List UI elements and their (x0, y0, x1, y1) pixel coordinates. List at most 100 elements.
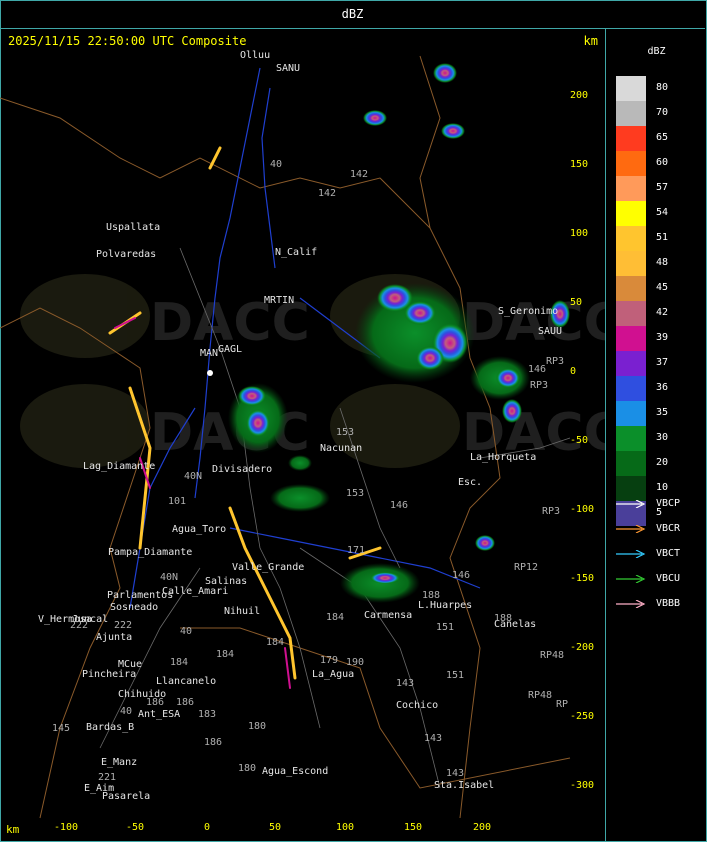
road-number-label: 146 (452, 570, 471, 581)
colorbar-label: 80 (656, 82, 669, 93)
road-number-label: 153 (346, 488, 365, 499)
place-label: Pampa_Diamante (108, 547, 193, 558)
place-label: Esc. (458, 477, 483, 488)
colorbar-label: 51 (656, 232, 669, 243)
place-label: Carmensa (364, 610, 413, 621)
place-label: SANU (276, 63, 301, 74)
radar-map[interactable]: DACC DACC DACC DACC 2025/11/15 22:50:00 … (0, 28, 606, 842)
place-label: Divisadero (212, 464, 273, 475)
road-number-label: RP (556, 699, 569, 710)
radar-legend-entry: VBBB (616, 598, 706, 612)
road-number-label: RP12 (514, 562, 539, 573)
map-canvas: DACC DACC DACC DACC (0, 55, 606, 819)
y-tick-label: 0 (570, 366, 577, 377)
radar-legend-entry: VBCT (616, 548, 706, 562)
place-label: Nihuil (224, 606, 261, 617)
place-label: GAGL (218, 344, 243, 355)
colorbar-swatch (616, 101, 646, 126)
arrow-icon (616, 525, 646, 533)
road-number-label: 180 (238, 763, 257, 774)
product-title: dBZ (341, 7, 364, 21)
y-tick-label: -300 (570, 780, 595, 791)
colorbar-label: 48 (656, 257, 669, 268)
colorbar-swatch (616, 251, 646, 276)
colorbar-label: 70 (656, 107, 669, 118)
colorbar-label: 54 (656, 207, 669, 218)
road-number-label: 186 (204, 737, 223, 748)
colorbar-swatch (616, 276, 646, 301)
colorbar-entry: 20 (616, 451, 706, 476)
place-label: L.Huarpes (418, 600, 473, 611)
colorbar-entry: 54 (616, 201, 706, 226)
road-number-label: 186 (146, 697, 165, 708)
colorbar-swatch (616, 151, 646, 176)
y-tick-label: 150 (570, 159, 589, 170)
place-label: Nacunan (320, 443, 363, 454)
road-number-label: 151 (436, 622, 455, 633)
colorbar-entry: 45 (616, 276, 706, 301)
place-label: Ajunta (96, 632, 133, 643)
place-label: MAN (200, 348, 219, 359)
road-number-label: 151 (446, 670, 465, 681)
arrow-icon (616, 500, 646, 508)
colorbar-swatch (616, 301, 646, 326)
x-axis-unit: km (6, 823, 20, 836)
place-label: Bardas_B (86, 722, 135, 733)
radar-legend-label: VBCR (656, 523, 681, 534)
y-tick-label: -100 (570, 504, 595, 515)
road-number-label: 186 (176, 697, 195, 708)
y-tick-label: -250 (570, 711, 595, 722)
road-number-label: 171 (347, 545, 366, 556)
radar-legend-entry: VBCP (616, 498, 706, 512)
radar-legend-entry: VBCU (616, 573, 706, 587)
place-label: Agua_Escond (262, 766, 329, 777)
y-axis-unit: km (583, 34, 598, 48)
road-number-label: 184 (170, 657, 189, 668)
y-tick-label: -200 (570, 642, 595, 653)
road-number-label: 153 (336, 427, 355, 438)
svg-text:DACC: DACC (462, 293, 606, 353)
arrow-icon (616, 575, 646, 583)
x-tick-label: 150 (403, 822, 423, 833)
road-number-label: 101 (168, 496, 187, 507)
colorbar-entry: 60 (616, 151, 706, 176)
arrow-icon (616, 550, 646, 558)
road-number-label: 142 (318, 188, 337, 199)
colorbar-swatch (616, 351, 646, 376)
colorbar-entry: 65 (616, 126, 706, 151)
place-label: Cochico (396, 700, 439, 711)
radar-legend-label: VBCP (656, 498, 681, 509)
road-number-label: 40 (120, 706, 133, 717)
radar-legend-label: VBBB (656, 598, 681, 609)
colorbar-entry: 48 (616, 251, 706, 276)
place-label: Valle_Grande (232, 562, 305, 573)
place-label: Polvaredas (96, 249, 157, 260)
place-label: Ant_ESA (138, 709, 181, 720)
road-number-label: 184 (266, 637, 285, 648)
y-tick-label: 50 (570, 297, 583, 308)
radar-legend-label: VBCU (656, 573, 681, 584)
place-label: MRTIN (264, 295, 295, 306)
road-number-label: RP48 (540, 650, 565, 661)
road-number-label: 183 (198, 709, 217, 720)
y-tick-label: -150 (570, 573, 595, 584)
road-number-label: 222 (70, 620, 89, 631)
road-number-label: 142 (350, 169, 369, 180)
colorbar-swatch (616, 451, 646, 476)
radar-legend-label: VBCT (656, 548, 681, 559)
arrow-icon (616, 600, 646, 608)
road-number-label: 143 (396, 678, 415, 689)
colorbar-entry: 80 (616, 76, 706, 101)
x-tick-label: 0 (203, 822, 211, 833)
colorbar-label: 36 (656, 382, 669, 393)
x-tick-label: 200 (472, 822, 492, 833)
road-number-label: RP3 (546, 356, 565, 367)
colorbar-label: 45 (656, 282, 669, 293)
colorbar-label: 60 (656, 157, 669, 168)
colorbar-entry: 30 (616, 426, 706, 451)
road-number-label: 184 (216, 649, 235, 660)
place-label: Sta.Isabel (434, 780, 495, 791)
road-number-label: 143 (446, 768, 465, 779)
colorbar-label: 30 (656, 432, 669, 443)
road-number-label: 188 (422, 590, 441, 601)
